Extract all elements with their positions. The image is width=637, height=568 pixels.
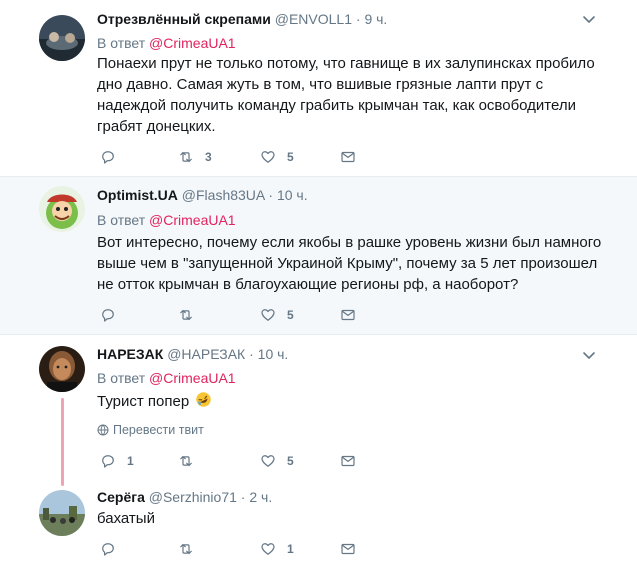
timestamp[interactable]: 2 ч. (249, 489, 272, 505)
tweet-text: Понаехи прут не только потому, что гавни… (97, 55, 595, 135)
like-button[interactable]: 5 (259, 451, 294, 471)
tweet-3[interactable]: НАРЕЗАК @НАРЕЗАК · 10 ч. В ответ @Crimea… (0, 335, 637, 485)
tweet-text: бахатый (97, 510, 155, 527)
tweet-actions: 5 (97, 305, 377, 325)
like-button[interactable]: 5 (259, 305, 294, 325)
heart-icon (261, 543, 275, 555)
reply-context: В ответ @CrimeaUA1 (97, 369, 236, 387)
avatar[interactable] (39, 346, 85, 392)
heart-icon (261, 309, 275, 321)
translate-link[interactable]: Перевести твит (97, 422, 204, 438)
tweet-actions: 1 5 (97, 451, 377, 471)
author-handle[interactable]: @НАРЕЗАК (167, 346, 245, 362)
retweet-icon (180, 309, 192, 321)
reply-button[interactable] (99, 305, 117, 325)
tweet-1[interactable]: Отрезвлённый скрепами @ENVOLL1 · 9 ч. В … (0, 0, 637, 176)
author-name[interactable]: Отрезвлённый скрепами (97, 11, 271, 27)
reply-prefix: В ответ (97, 370, 150, 386)
avatar-image (39, 15, 85, 61)
like-count: 1 (287, 542, 294, 556)
thread-line (61, 398, 64, 486)
avatar-image (39, 186, 85, 232)
separator: · (352, 11, 365, 27)
separator: · (245, 346, 258, 362)
globe-icon (97, 424, 109, 436)
envelope-icon (341, 309, 355, 321)
like-button[interactable]: 1 (259, 539, 294, 559)
reply-mention[interactable]: @CrimeaUA1 (149, 212, 236, 228)
separator: · (264, 187, 277, 203)
tweet-text-wrap: Турист попер (97, 391, 607, 412)
reply-prefix: В ответ (97, 212, 150, 228)
timestamp[interactable]: 10 ч. (277, 187, 308, 203)
retweet-icon (180, 455, 192, 467)
avatar-image (39, 490, 85, 536)
reply-icon (102, 455, 114, 468)
retweet-icon (180, 543, 192, 555)
separator: · (236, 489, 250, 505)
envelope-icon (341, 151, 355, 163)
timestamp[interactable]: 9 ч. (364, 11, 387, 27)
reply-mention[interactable]: @CrimeaUA1 (149, 370, 236, 386)
reply-button[interactable] (99, 539, 117, 559)
author-handle[interactable]: @Flash83UA (182, 187, 265, 203)
retweet-button[interactable]: 3 (177, 147, 212, 167)
rolling-laughing-emoji (196, 392, 212, 407)
reply-icon (102, 151, 114, 164)
reply-icon (102, 309, 114, 322)
tweet-actions: 1 (97, 539, 377, 559)
author-name[interactable]: Optimist.UA (97, 187, 178, 203)
like-count: 5 (287, 150, 294, 164)
translate-label: Перевести твит (113, 423, 204, 437)
retweet-button[interactable] (177, 451, 195, 471)
tweet-text: Вот интересно, почему если якобы в рашке… (97, 234, 602, 293)
reply-count: 1 (127, 454, 134, 468)
avatar[interactable] (39, 490, 85, 536)
retweet-button[interactable] (177, 305, 195, 325)
reply-prefix: В ответ (97, 35, 150, 51)
tweet-2[interactable]: Optimist.UA @Flash83UA · 10 ч. В ответ @… (0, 177, 637, 334)
timestamp[interactable]: 10 ч. (258, 346, 289, 362)
dm-button[interactable] (339, 305, 357, 325)
tweet-text: Турист попер (97, 393, 190, 410)
reply-icon (102, 543, 114, 556)
chevron-down-icon[interactable] (581, 347, 597, 363)
dm-button[interactable] (339, 539, 357, 559)
reply-button[interactable] (99, 147, 117, 167)
tweet-4[interactable]: Серёга @Serzhinio71 · 2 ч. бахатый 1 (0, 485, 637, 568)
avatar[interactable] (39, 15, 85, 61)
tweet-actions: 3 5 (97, 147, 377, 167)
author-handle[interactable]: @ENVOLL1 (275, 11, 352, 27)
avatar[interactable] (39, 186, 85, 232)
chevron-down-icon[interactable] (581, 11, 597, 27)
envelope-icon (341, 455, 355, 467)
heart-icon (261, 151, 275, 163)
like-button[interactable]: 5 (259, 147, 294, 167)
dm-button[interactable] (339, 451, 357, 471)
author-name[interactable]: НАРЕЗАК (97, 346, 163, 362)
reply-context: В ответ @CrimeaUA1 (97, 34, 236, 52)
reply-button[interactable]: 1 (99, 451, 134, 471)
like-count: 5 (287, 454, 294, 468)
retweet-icon (180, 151, 192, 163)
retweet-count: 3 (205, 150, 212, 164)
reply-mention[interactable]: @CrimeaUA1 (149, 35, 236, 51)
envelope-icon (341, 543, 355, 555)
avatar-image (39, 346, 85, 392)
like-count: 5 (287, 308, 294, 322)
reply-context: В ответ @CrimeaUA1 (97, 211, 236, 229)
author-handle[interactable]: @Serzhinio71 (149, 489, 237, 505)
retweet-button[interactable] (177, 539, 195, 559)
author-name[interactable]: Серёга (97, 489, 145, 505)
heart-icon (261, 455, 275, 467)
dm-button[interactable] (339, 147, 357, 167)
